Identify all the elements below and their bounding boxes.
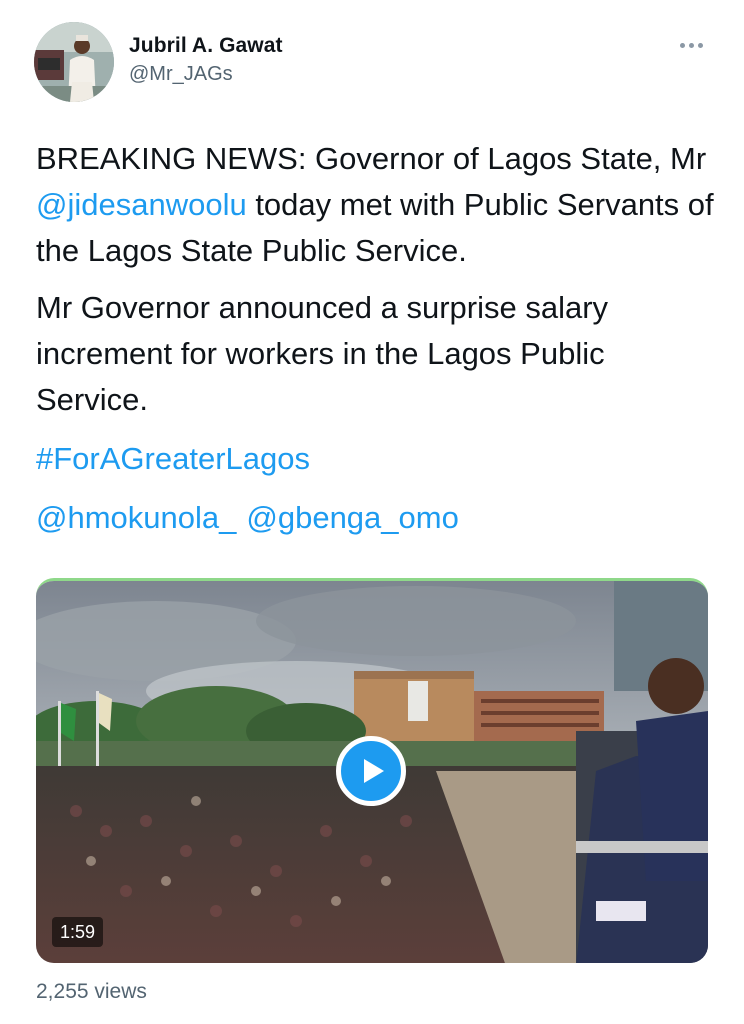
dot bbox=[679, 42, 685, 48]
author-name[interactable]: Jubril A. Gawat bbox=[129, 34, 283, 58]
avatar[interactable] bbox=[34, 22, 114, 102]
tweet-paragraph-1: BREAKING NEWS: Governor of Lagos State, … bbox=[36, 136, 720, 274]
tweet: Jubril A. Gawat @Mr_JAGs BREAKING NEWS: … bbox=[0, 0, 744, 1024]
play-icon[interactable] bbox=[336, 736, 406, 806]
mentions-line: @hmokunola_ @gbenga_omo bbox=[36, 495, 469, 541]
view-count: 2,255 views bbox=[36, 980, 147, 1003]
more-dots-icon[interactable] bbox=[674, 34, 708, 56]
mention-link[interactable]: @gbenga_omo bbox=[246, 500, 458, 535]
tweet-text: BREAKING NEWS: Governor of Lagos State, … bbox=[36, 141, 707, 176]
mention-link[interactable]: @jidesanwoolu bbox=[36, 187, 247, 222]
mention-link[interactable]: @hmokunola_ bbox=[36, 500, 236, 535]
video-duration: 1:59 bbox=[52, 917, 104, 947]
tweet-paragraph-2: Mr Governor announced a surprise salary … bbox=[36, 290, 609, 417]
hashtag-link[interactable]: #ForAGreaterLagos bbox=[36, 436, 310, 482]
dot bbox=[697, 42, 703, 48]
video-player[interactable]: 1:59 bbox=[36, 578, 708, 963]
dot bbox=[688, 42, 694, 48]
author-handle[interactable]: @Mr_JAGs bbox=[129, 63, 233, 86]
